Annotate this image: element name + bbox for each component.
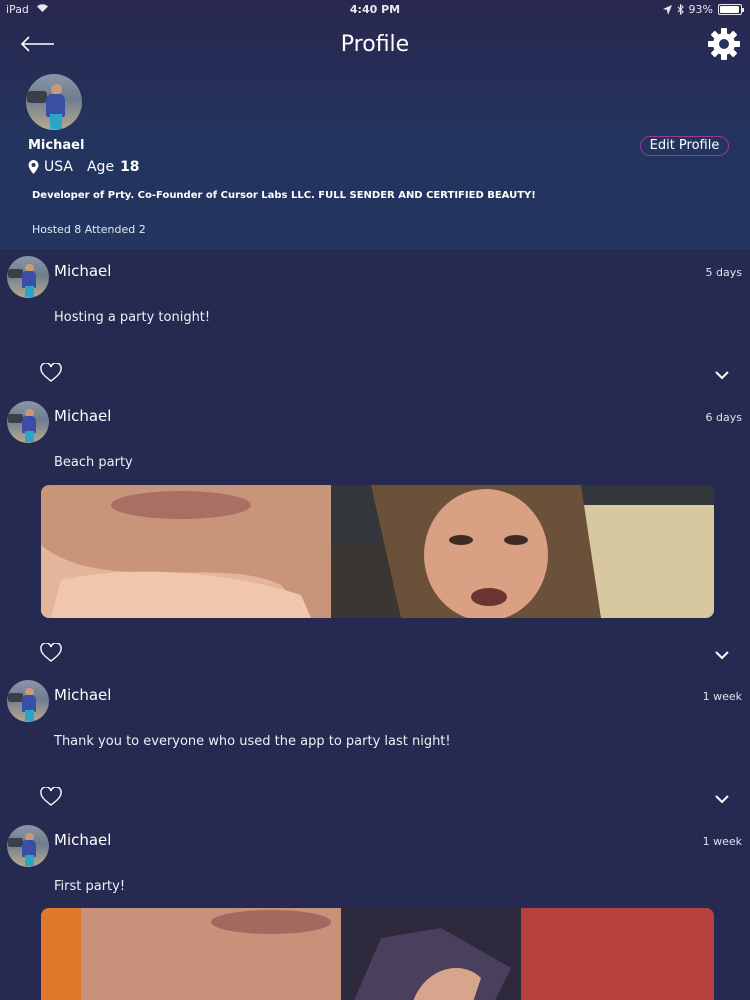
gear-icon [708,28,740,60]
post-text: Beach party [54,455,133,470]
post-text: Hosting a party tonight! [54,310,211,325]
post-author[interactable]: Michael [54,831,111,849]
age-value: 18 [120,159,140,175]
page-title: Profile [340,32,410,57]
profile-name: Michael [28,138,85,153]
post-avatar[interactable] [7,256,49,298]
location-text: USA [44,159,73,175]
status-bar: iPad 4:40 PM 93% [0,0,750,20]
post-card: Michael 1 week First party! [0,823,750,1000]
chevron-down-icon[interactable] [714,794,730,804]
battery-icon [718,4,744,15]
edit-profile-button[interactable]: Edit Profile [640,136,729,156]
heart-icon[interactable] [40,363,62,383]
post-time: 5 days [705,266,742,279]
profile-stats: Hosted 8 Attended 2 [32,223,146,236]
post-avatar[interactable] [7,680,49,722]
post-time: 6 days [705,411,742,424]
settings-button[interactable] [706,26,742,62]
chevron-down-icon[interactable] [714,370,730,380]
location-pin-icon [28,160,39,174]
post-photo[interactable] [41,908,714,1000]
post-photo[interactable] [41,485,714,618]
chevron-down-icon[interactable] [714,650,730,660]
bluetooth-icon [677,4,684,15]
post-card: Michael 5 days Hosting a party tonight! [0,254,750,390]
profile-bio: Developer of Prty. Co-Founder of Cursor … [32,190,536,201]
post-author[interactable]: Michael [54,262,111,280]
clock: 4:40 PM [349,3,401,16]
post-card: Michael 6 days Beach party [0,399,750,671]
status-right: 93% [662,3,744,16]
profile-avatar[interactable] [26,74,82,130]
battery-percent: 93% [688,3,713,16]
heart-icon[interactable] [40,787,62,807]
post-text: Thank you to everyone who used the app t… [54,734,451,749]
post-avatar[interactable] [7,825,49,867]
location-arrow-icon [662,4,672,15]
post-time: 1 week [702,835,742,848]
heart-icon[interactable] [40,643,62,663]
profile-meta: USA Age 18 [28,159,140,175]
nav-bar: Profile [0,22,750,68]
age-label: Age [86,159,115,175]
post-author[interactable]: Michael [54,686,111,704]
post-card: Michael 1 week Thank you to everyone who… [0,678,750,814]
post-author[interactable]: Michael [54,407,111,425]
post-time: 1 week [702,690,742,703]
post-avatar[interactable] [7,401,49,443]
post-text: First party! [54,879,126,894]
